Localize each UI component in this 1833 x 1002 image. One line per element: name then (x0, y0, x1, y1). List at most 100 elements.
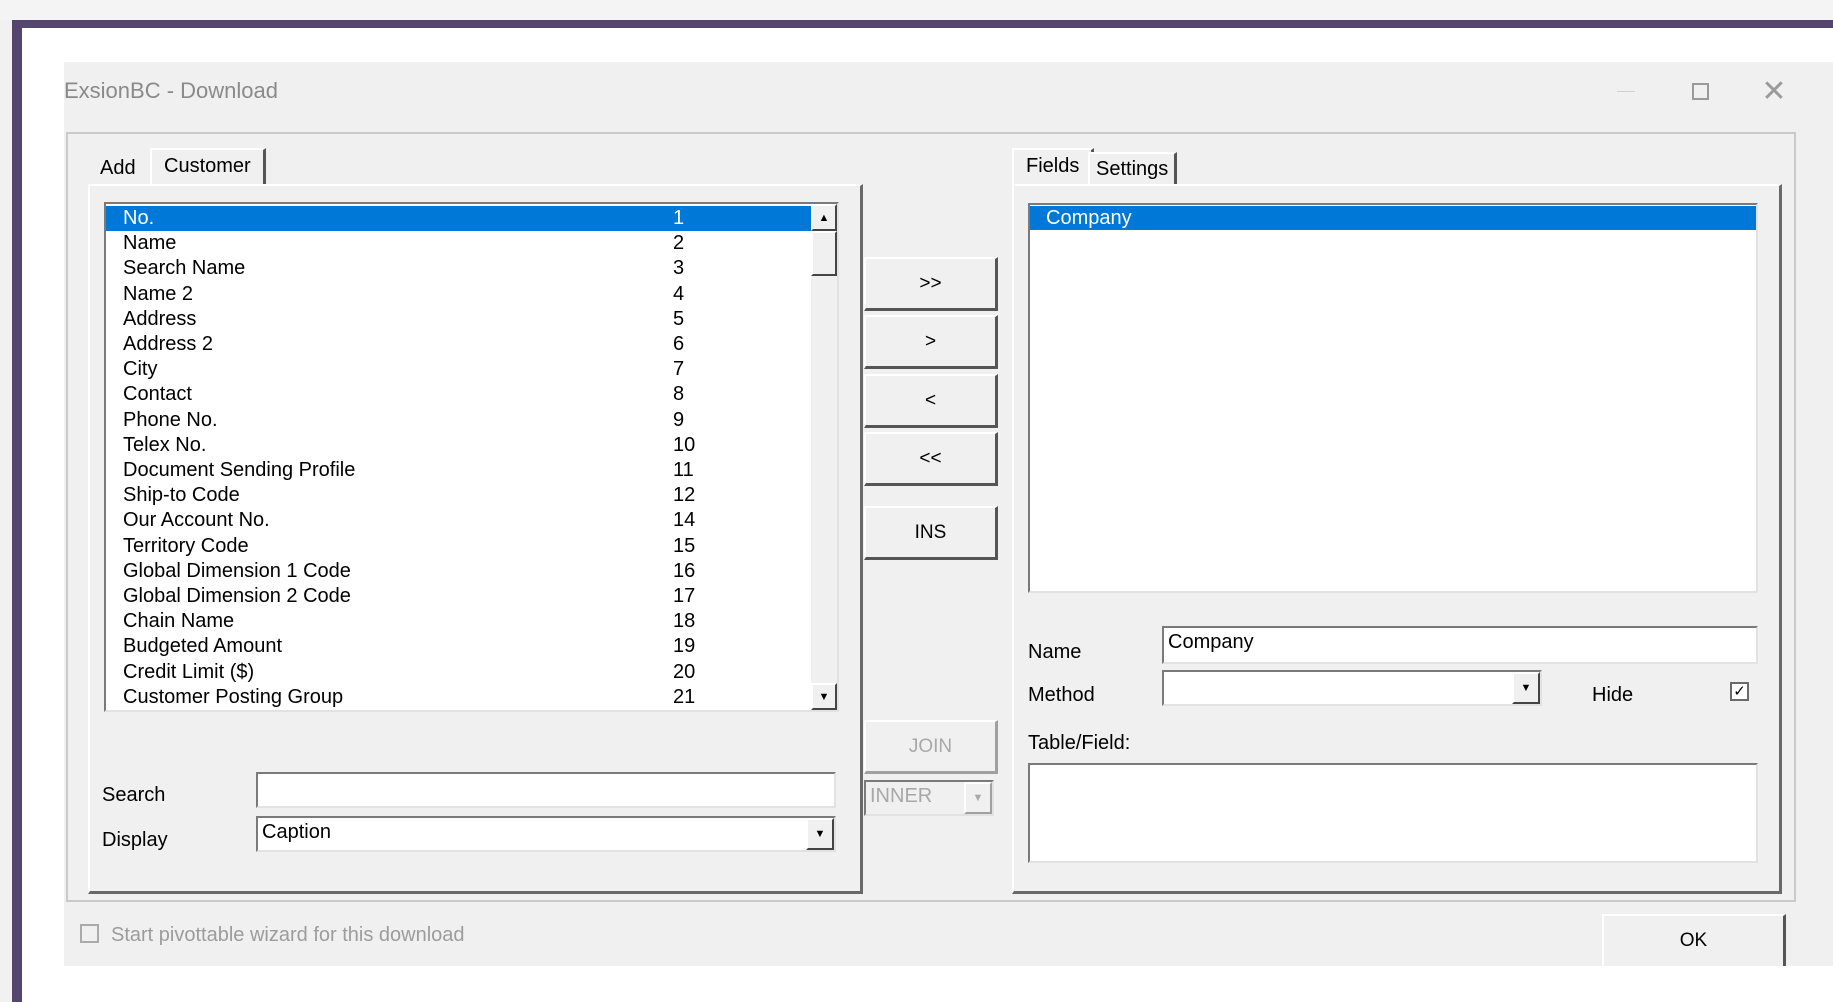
list-item-number: 14 (673, 509, 696, 532)
search-input[interactable] (256, 772, 836, 808)
desktop-background (0, 0, 1833, 20)
list-item[interactable]: Ship-to Code 12 (106, 483, 811, 508)
chevron-down-icon: ▼ (814, 828, 826, 840)
customer-tab-panel: No. 1 Name 2 Search Name 3 Name 2 4 Address 5 Addr… (88, 184, 863, 894)
pivot-wizard-label: Start pivottable wizard for this downloa… (111, 924, 465, 946)
table-field-box[interactable] (1028, 763, 1758, 863)
list-item-label: Credit Limit ($) (123, 660, 255, 683)
minimize-icon (1617, 90, 1635, 92)
list-item-number: 4 (673, 282, 685, 305)
list-item-label: Name (123, 232, 177, 255)
list-scrollbar[interactable]: ▲ ▼ (811, 204, 837, 710)
scroll-thumb[interactable] (811, 231, 837, 276)
tab-customer[interactable]: Customer (150, 148, 266, 184)
close-icon: ✕ (1761, 74, 1787, 108)
list-item-label: Customer Posting Group (123, 685, 344, 708)
join-type-dropdown-button[interactable]: ▼ (964, 782, 992, 814)
list-item-label: Address (123, 307, 197, 330)
list-item-number: 5 (673, 307, 685, 330)
list-item[interactable]: Customer Posting Group 21 (106, 685, 811, 710)
display-select[interactable]: Caption ▼ (256, 816, 836, 852)
list-item-label: Telex No. (123, 433, 207, 456)
list-item-number: 2 (673, 232, 685, 255)
list-item-label: Search Name (123, 257, 246, 280)
chevron-down-icon: ▼ (1520, 682, 1532, 694)
selected-fields-list[interactable]: Company (1028, 203, 1758, 593)
list-item[interactable]: Contact 8 (106, 382, 811, 407)
fields-tab-panel: Company Name Company Method ▼ Hide ✓ Tab… (1012, 184, 1782, 894)
display-dropdown-button[interactable]: ▼ (806, 818, 834, 850)
list-item-label: Global Dimension 2 Code (123, 585, 351, 607)
list-item[interactable]: Budgeted Amount 19 (106, 634, 811, 659)
window-title: ExsionBC - Download (64, 78, 278, 103)
list-item[interactable]: Global Dimension 1 Code 16 (106, 559, 811, 584)
list-item-label: Currency Code (123, 710, 258, 712)
list-item[interactable]: No. 1 (106, 206, 811, 231)
list-item[interactable]: Name 2 4 (106, 282, 811, 307)
available-fields-list[interactable]: No. 1 Name 2 Search Name 3 Name 2 4 Address 5 Addr… (104, 202, 839, 712)
remove-all-button[interactable]: << (864, 432, 998, 486)
list-item[interactable]: Document Sending Profile 11 (106, 458, 811, 483)
list-item-number: 8 (673, 383, 685, 406)
list-item-number: 19 (673, 635, 696, 658)
add-all-button[interactable]: >> (864, 257, 998, 311)
insert-button[interactable]: INS (864, 506, 998, 560)
list-item-label: Global Dimension 1 Code (123, 559, 351, 582)
list-item[interactable]: Chain Name 18 (106, 609, 811, 634)
list-item-number: 17 (673, 585, 696, 607)
list-item-label: Ship-to Code (123, 484, 240, 507)
list-item-number: 18 (673, 610, 696, 633)
list-item-label: Address 2 (123, 333, 214, 355)
list-item[interactable]: Our Account No. 14 (106, 508, 811, 533)
list-item[interactable]: Address 2 6 (106, 332, 811, 357)
list-item-label: No. (123, 207, 155, 229)
name-label: Name (1028, 641, 1082, 663)
chevron-down-icon: ▼ (972, 792, 984, 804)
list-item-number: 9 (673, 408, 685, 431)
tab-add[interactable]: Add (90, 152, 146, 184)
minimize-button[interactable] (1602, 70, 1650, 112)
tab-fields[interactable]: Fields (1012, 148, 1095, 184)
list-item-label: Our Account No. (123, 509, 270, 532)
maximize-icon (1691, 82, 1709, 100)
selected-field-item[interactable]: Company (1030, 206, 1756, 230)
join-type-select[interactable]: INNER ▼ (864, 780, 994, 816)
arrow-up-icon: ▲ (818, 211, 830, 224)
scroll-down-button[interactable]: ▼ (811, 683, 837, 710)
method-select[interactable]: ▼ (1162, 670, 1542, 706)
list-item[interactable]: Global Dimension 2 Code 17 (106, 584, 811, 609)
method-dropdown-button[interactable]: ▼ (1512, 672, 1540, 704)
dialog-body: Add Customer No. 1 Name 2 Search Name 3 Name 2… (66, 132, 1796, 902)
list-item[interactable]: Territory Code 15 (106, 534, 811, 559)
list-item-label: Document Sending Profile (123, 459, 356, 481)
list-item[interactable]: Phone No. 9 (106, 408, 811, 433)
ok-button[interactable]: OK (1602, 914, 1786, 966)
close-button[interactable]: ✕ (1750, 70, 1798, 112)
list-item-label: Contact (123, 383, 192, 406)
list-item-number: 22 (673, 710, 695, 712)
list-item[interactable]: Credit Limit ($) 20 (106, 660, 811, 685)
hide-label: Hide (1592, 684, 1634, 706)
list-item-number: 6 (673, 333, 685, 355)
list-item[interactable]: City 7 (106, 357, 811, 382)
pivot-wizard-checkbox[interactable] (80, 924, 99, 943)
maximize-button[interactable] (1676, 70, 1724, 112)
scroll-up-button[interactable]: ▲ (811, 204, 837, 231)
list-item[interactable]: Telex No. 10 (106, 433, 811, 458)
list-item[interactable]: Currency Code 22 (106, 710, 811, 712)
list-item-label: Budgeted Amount (123, 635, 283, 658)
list-item-number: 15 (673, 534, 696, 557)
list-item-label: Name 2 (123, 282, 194, 305)
list-item-number: 1 (673, 207, 685, 229)
list-item[interactable]: Search Name 3 (106, 256, 811, 281)
join-button[interactable]: JOIN (864, 720, 998, 774)
list-item[interactable]: Name 2 (106, 231, 811, 256)
list-item-number: 21 (673, 685, 696, 708)
name-input[interactable]: Company (1162, 626, 1758, 664)
tab-settings[interactable]: Settings (1088, 152, 1178, 184)
hide-checkbox[interactable]: ✓ (1730, 682, 1749, 701)
arrow-down-icon: ▼ (818, 690, 830, 703)
remove-one-button[interactable]: < (864, 374, 998, 428)
add-one-button[interactable]: > (864, 315, 998, 369)
list-item[interactable]: Address 5 (106, 307, 811, 332)
